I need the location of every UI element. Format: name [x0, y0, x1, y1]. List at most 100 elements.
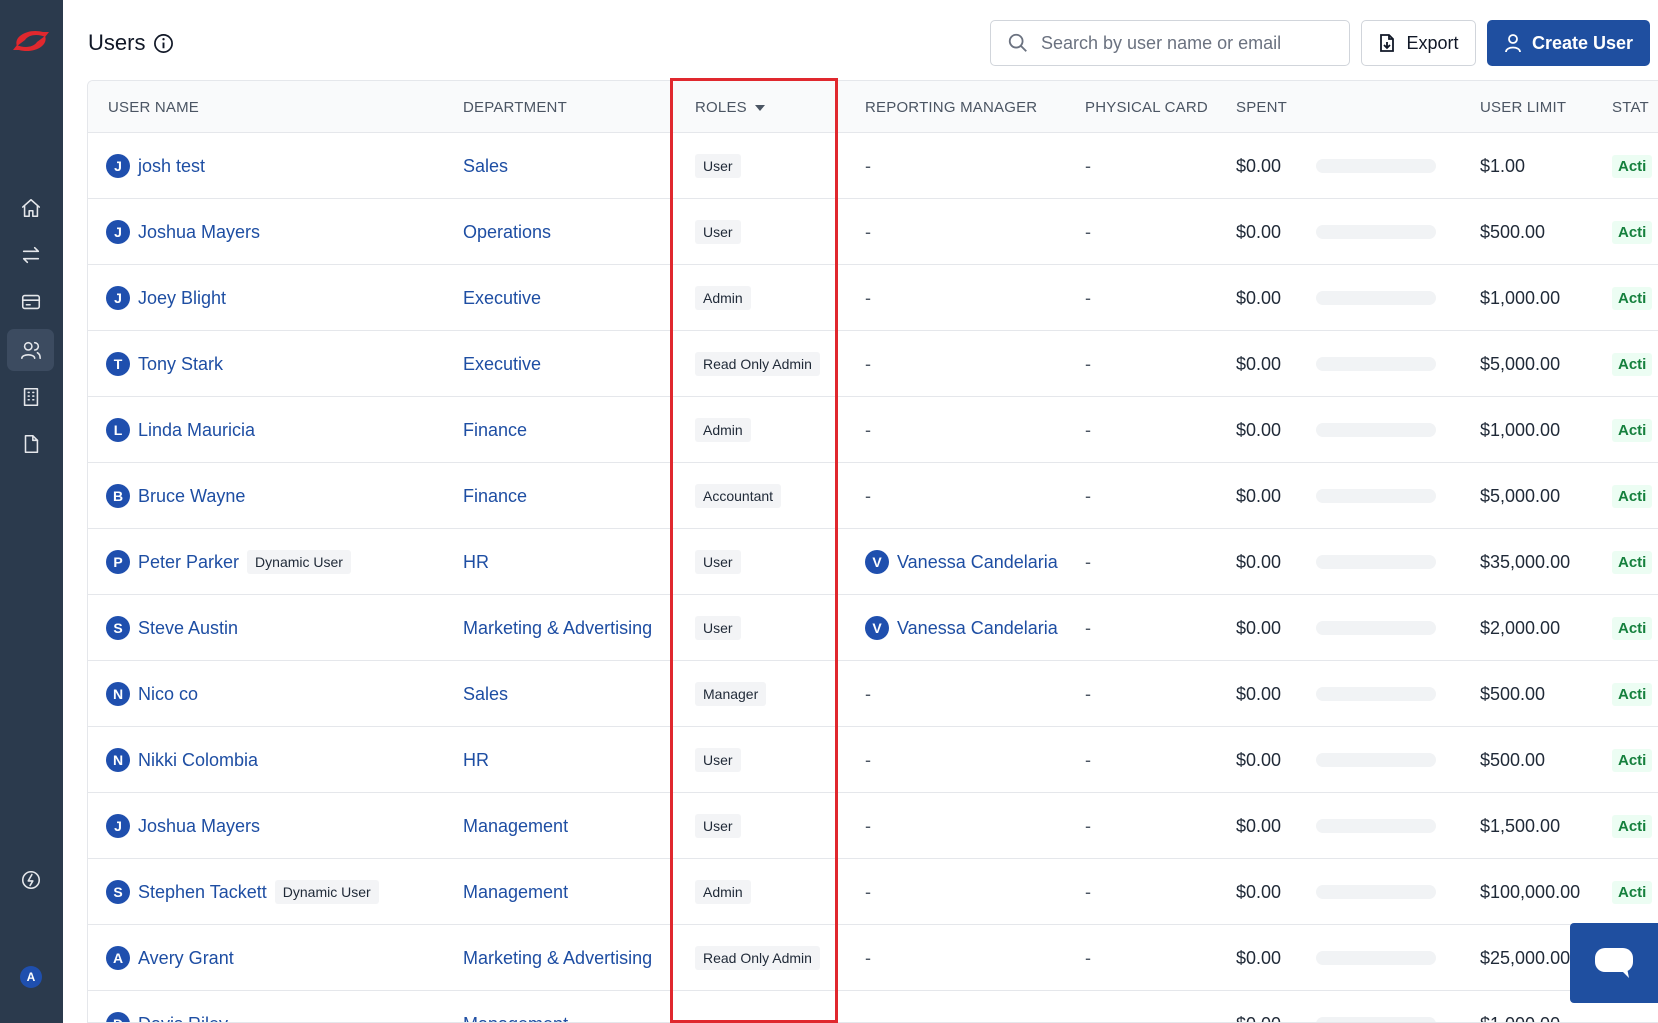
user-name-link[interactable]: Joey Blight	[138, 288, 226, 309]
spent-value: $0.00	[1236, 221, 1282, 242]
sidebar-item-company[interactable]	[7, 376, 54, 418]
col-user-name[interactable]: USER NAME	[108, 99, 199, 116]
user-avatar: J	[106, 814, 130, 838]
role-cell: Read Only Admin	[695, 925, 820, 991]
table-row[interactable]: L Linda Mauricia Finance Admin - - $0.00 $1,000…	[88, 397, 1658, 463]
department-link[interactable]: Executive	[463, 265, 541, 331]
user-avatar[interactable]: A	[20, 966, 42, 988]
brand-logo[interactable]	[9, 26, 53, 56]
department-link[interactable]: Executive	[463, 331, 541, 397]
manager-link[interactable]: Vanessa Candelaria	[897, 552, 1058, 573]
chat-button[interactable]	[1570, 923, 1658, 1003]
col-roles[interactable]: ROLES	[695, 99, 765, 116]
search-icon	[1008, 33, 1027, 52]
sidebar-item-documents[interactable]	[7, 423, 54, 465]
user-name-link[interactable]: Peter Parker	[138, 552, 239, 573]
sidebar-item-users[interactable]	[7, 329, 54, 371]
role-badge: Manager	[695, 682, 767, 706]
user-name-link[interactable]: Stephen Tackett	[138, 882, 267, 903]
department-link[interactable]: Finance	[463, 397, 527, 463]
user-name-link[interactable]: Avery Grant	[138, 948, 234, 969]
table-row[interactable]: J Joshua Mayers Operations User - - $0.00 $500.…	[88, 199, 1658, 265]
user-name-link[interactable]: Davis Riley	[138, 1014, 228, 1023]
spent-progress-cell	[1316, 859, 1436, 925]
transactions-icon	[22, 246, 39, 264]
department-link[interactable]: Sales	[463, 661, 508, 727]
user-name-link[interactable]: Linda Mauricia	[138, 420, 255, 441]
manager-value: -	[865, 881, 871, 902]
spent-value: $0.00	[1236, 947, 1282, 968]
user-avatar: J	[106, 154, 130, 178]
table-row[interactable]: N Nico co Sales Manager - - $0.00 $500.00 Acti	[88, 661, 1658, 727]
spent-value: $0.00	[1236, 419, 1282, 440]
info-icon[interactable]	[153, 33, 174, 54]
user-name-link[interactable]: Tony Stark	[138, 354, 223, 375]
col-reporting-manager[interactable]: REPORTING MANAGER	[865, 99, 1037, 116]
table-row[interactable]: P Peter Parker Dynamic User HR User V Vanessa …	[88, 529, 1658, 595]
role-cell: Accountant	[695, 463, 782, 529]
user-name-link[interactable]: Bruce Wayne	[138, 486, 245, 507]
role-cell: Manager	[695, 661, 767, 727]
status-cell: Acti	[1612, 397, 1653, 463]
role-cell: User	[695, 793, 741, 859]
sidebar-item-home[interactable]	[7, 187, 54, 229]
user-name-link[interactable]: Joshua Mayers	[138, 222, 260, 243]
department-link[interactable]: Operations	[463, 199, 551, 265]
user-limit-value: $35,000.00	[1480, 551, 1571, 572]
col-physical-card[interactable]: PHYSICAL CARD	[1085, 99, 1208, 116]
status-badge: Acti	[1612, 550, 1653, 574]
spent-progress-cell	[1316, 793, 1436, 859]
table-row[interactable]: S Stephen Tackett Dynamic User Management Ad…	[88, 859, 1658, 925]
spent-value: $0.00	[1236, 749, 1282, 770]
sidebar-item-transactions[interactable]	[7, 234, 54, 276]
table-row[interactable]: A Avery Grant Marketing & Advertising Read …	[88, 925, 1658, 991]
user-name-link[interactable]: josh test	[138, 156, 205, 177]
physical-card-value: -	[1085, 353, 1091, 374]
table-row[interactable]: T Tony Stark Executive Read Only Admin - - $0.…	[88, 331, 1658, 397]
department-link[interactable]: HR	[463, 727, 489, 793]
department-link[interactable]: Marketing & Advertising	[463, 925, 652, 991]
status-cell: Acti	[1612, 199, 1653, 265]
department-link[interactable]: Finance	[463, 463, 527, 529]
table-row[interactable]: S Steve Austin Marketing & Advertising User…	[88, 595, 1658, 661]
user-name-link[interactable]: Nikki Colombia	[138, 750, 258, 771]
table-row[interactable]: J Joey Blight Executive Admin - - $0.00 $1,000.…	[88, 265, 1658, 331]
table-row[interactable]: N Nikki Colombia HR User - - $0.00 $500.00 Acti	[88, 727, 1658, 793]
role-badge: User	[695, 748, 741, 772]
table-row[interactable]: J Joshua Mayers Management User - - $0.00 $1,50…	[88, 793, 1658, 859]
search-box[interactable]	[990, 20, 1350, 66]
table-row[interactable]: Jjosh test Sales User - - $0.00 $1.00 Acti	[88, 133, 1658, 199]
col-spent[interactable]: SPENT	[1236, 99, 1287, 116]
department-link[interactable]: Management	[463, 793, 568, 859]
table-row[interactable]: B Bruce Wayne Finance Accountant - - $0.00 $5,0…	[88, 463, 1658, 529]
spent-progress-cell	[1316, 661, 1436, 727]
sidebar-item-bolt[interactable]	[7, 859, 54, 901]
role-badge: Admin	[695, 418, 751, 442]
department-link[interactable]: Management	[463, 859, 568, 925]
col-department[interactable]: DEPARTMENT	[463, 99, 567, 116]
col-status[interactable]: STAT	[1612, 99, 1649, 116]
table-row[interactable]: D Davis Riley Management $0.00 $1,000.00	[88, 991, 1658, 1023]
status-badge: Acti	[1612, 814, 1653, 838]
col-user-limit[interactable]: USER LIMIT	[1480, 99, 1566, 116]
user-name-link[interactable]: Nico co	[138, 684, 198, 705]
manager-link[interactable]: Vanessa Candelaria	[897, 618, 1058, 639]
department-link[interactable]: Sales	[463, 133, 508, 199]
export-button[interactable]: Export	[1361, 20, 1476, 66]
user-name-cell: L Linda Mauricia	[106, 397, 255, 463]
create-user-button[interactable]: Create User	[1487, 20, 1650, 66]
user-name-link[interactable]: Steve Austin	[138, 618, 238, 639]
home-icon	[21, 198, 40, 218]
spent-progress-cell	[1316, 265, 1436, 331]
user-name-link[interactable]: Joshua Mayers	[138, 816, 260, 837]
spent-value: $0.00	[1236, 683, 1282, 704]
user-limit-value: $5,000.00	[1480, 485, 1561, 506]
spent-progress-cell	[1316, 397, 1436, 463]
department-link[interactable]: Management	[463, 991, 568, 1023]
physical-card-value: -	[1085, 683, 1091, 704]
department-link[interactable]: HR	[463, 529, 489, 595]
search-input[interactable]	[1041, 32, 1331, 54]
user-limit-value: $500.00	[1480, 221, 1546, 242]
department-link[interactable]: Marketing & Advertising	[463, 595, 652, 661]
sidebar-item-cards[interactable]	[7, 281, 54, 323]
